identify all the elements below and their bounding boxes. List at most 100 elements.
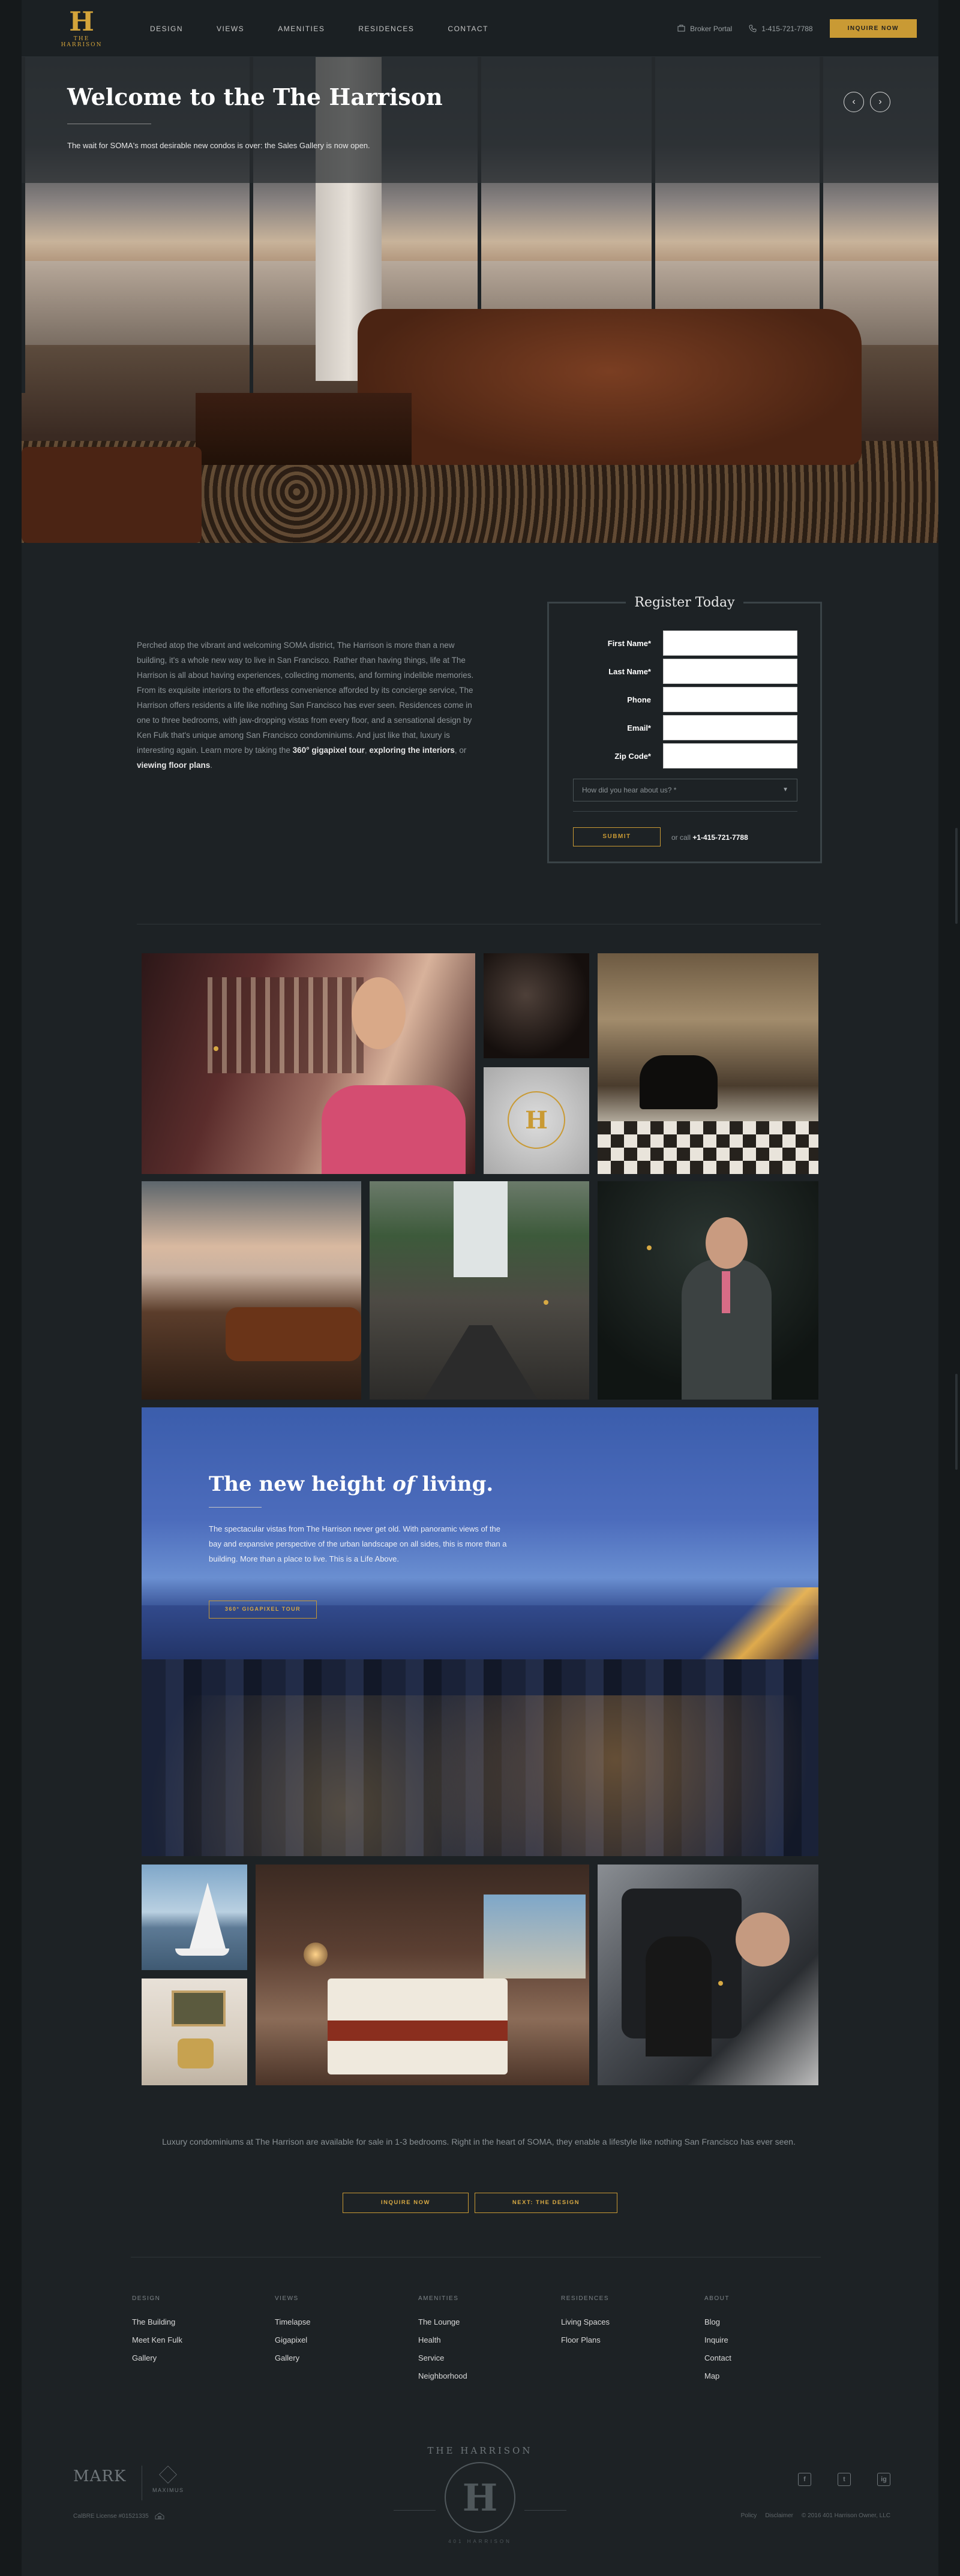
gallery-image-logo[interactable]: H (484, 1067, 589, 1174)
gallery-hotspot[interactable] (544, 1300, 548, 1305)
email-label: Email* (627, 723, 651, 732)
slider-prev-button[interactable]: ‹ (844, 92, 864, 112)
call-number-link[interactable]: +1-415-721-7788 (692, 833, 748, 842)
gallery-hotspot[interactable] (214, 1046, 218, 1051)
gallery-hotspot[interactable] (718, 1981, 723, 1986)
gallery-image-library[interactable] (598, 953, 818, 1174)
footer-col-about: ABOUT Blog Inquire Contact Map (704, 2295, 731, 2389)
zip-code-field[interactable] (663, 743, 797, 768)
nav-item-design[interactable]: DESIGN (150, 25, 183, 33)
hero-sofa (358, 309, 862, 465)
form-row-last-name: Last Name* (549, 659, 820, 686)
footer-link[interactable]: Timelapse (275, 2317, 310, 2326)
gallery-image-bar[interactable] (142, 953, 475, 1174)
mark-logo[interactable]: MARK (73, 2467, 126, 2485)
bedroom-lamp (304, 1942, 328, 1966)
footer-link[interactable]: Meet Ken Fulk (132, 2335, 182, 2344)
footer-link[interactable]: Living Spaces (561, 2317, 610, 2326)
header-phone-number: 1-415-721-7788 (761, 24, 813, 33)
bar-portrait (352, 977, 406, 1049)
first-name-field[interactable] (663, 631, 797, 656)
referral-select-value: How did you hear about us? * (582, 786, 677, 794)
gallery-image-gentleman[interactable] (598, 1181, 818, 1400)
gallery-image-statue[interactable] (484, 953, 589, 1058)
bar-shelves (208, 977, 364, 1073)
footer-link[interactable]: Map (704, 2371, 731, 2380)
gallery-image-chauffeur[interactable] (598, 1865, 818, 2085)
footer-link[interactable]: Inquire (704, 2335, 731, 2344)
slider-next-button[interactable]: › (870, 92, 890, 112)
explore-interiors-link[interactable]: exploring the interiors (369, 746, 455, 755)
gigapixel-tour-button[interactable]: 360° GIGAPIXEL TOUR (209, 1601, 317, 1619)
broker-portal-link[interactable]: Broker Portal (677, 25, 732, 33)
footer-link[interactable]: The Building (132, 2317, 182, 2326)
footer-col-title: DESIGN (132, 2295, 161, 2302)
footer-link[interactable]: Gallery (275, 2353, 310, 2362)
chevron-right-icon: › (878, 97, 882, 107)
twitter-icon[interactable]: t (838, 2473, 851, 2486)
referral-select[interactable]: How did you hear about us? * ▼ (573, 779, 797, 801)
footer-link[interactable]: Service (418, 2353, 467, 2362)
gallery-hotspot[interactable] (647, 1245, 652, 1250)
disclaimer-link[interactable]: Disclaimer (765, 2512, 793, 2519)
phone-field[interactable] (663, 687, 797, 712)
form-row-zip: Zip Code* (549, 743, 820, 771)
policy-link[interactable]: Policy (741, 2512, 757, 2519)
nav-item-views[interactable]: VIEWS (217, 25, 244, 33)
passenger (736, 1913, 790, 1966)
gallery-image-sailboat[interactable] (142, 1865, 247, 1970)
gallery-image-living-room[interactable] (142, 1181, 361, 1400)
intro-end: . (210, 761, 213, 770)
footer-link[interactable]: The Lounge (418, 2317, 467, 2326)
inquire-now-outline-button[interactable]: INQUIRE NOW (343, 2193, 469, 2213)
site-logo[interactable]: H THE HARRISON (58, 8, 106, 49)
gallery-image-bedroom[interactable] (256, 1865, 589, 2085)
nav-item-residences[interactable]: RESIDENCES (358, 25, 414, 33)
footer-link[interactable]: Health (418, 2335, 467, 2344)
next-design-button[interactable]: NEXT: THE DESIGN (475, 2193, 617, 2213)
footer-col-title: ABOUT (704, 2295, 730, 2302)
intro-text: Perched atop the vibrant and welcoming S… (137, 641, 474, 755)
footer-link[interactable]: Neighborhood (418, 2371, 467, 2380)
footer-link[interactable]: Floor Plans (561, 2335, 610, 2344)
phone-label: Phone (627, 695, 651, 704)
chauffeur (646, 1936, 712, 2056)
submit-button[interactable]: SUBMIT (573, 827, 661, 846)
footer-link[interactable]: Contact (704, 2353, 731, 2362)
floor-plans-link[interactable]: viewing floor plans (137, 761, 210, 770)
form-row-email: Email* (549, 715, 820, 743)
intro-separator: , or (454, 746, 467, 755)
register-title-text: Register Today (626, 595, 743, 610)
maximus-logo[interactable]: MAXIMUS (152, 2466, 184, 2493)
gigapixel-tour-link[interactable]: 360° gigapixel tour (293, 746, 365, 755)
register-title: Register Today (549, 595, 820, 610)
nav-item-contact[interactable]: CONTACT (448, 25, 488, 33)
bathroom-faucet (178, 2038, 214, 2068)
nav-item-amenities[interactable]: AMENITIES (278, 25, 325, 33)
gallery-image-street[interactable] (370, 1181, 589, 1400)
header-phone[interactable]: 1-415-721-7788 (749, 24, 813, 33)
footer-bottom: MARK MAXIMUS CalBRE License #01521335 TH… (22, 2424, 938, 2576)
form-divider (573, 811, 797, 812)
city-lights (142, 1695, 818, 1856)
living-sofa (226, 1307, 361, 1361)
bar-dress (322, 1085, 466, 1174)
last-name-field[interactable] (663, 659, 797, 684)
emblem-subtitle: 401 HARRISON (448, 2539, 512, 2544)
gallery-image-bathroom[interactable] (142, 1978, 247, 2085)
footer-col-views: VIEWS Timelapse Gigapixel Gallery (275, 2295, 310, 2371)
footer-link[interactable]: Blog (704, 2317, 731, 2326)
email-field[interactable] (663, 715, 797, 740)
social-links: f t ig (798, 2473, 890, 2486)
hero-subtitle: The wait for SOMA's most desirable new c… (67, 141, 370, 150)
views-title: The new height of living. (209, 1472, 493, 1496)
instagram-icon[interactable]: ig (877, 2473, 890, 2486)
footer-link[interactable]: Gigapixel (275, 2335, 310, 2344)
facebook-icon[interactable]: f (798, 2473, 811, 2486)
sailboat-hull (175, 1948, 229, 1956)
closing-actions: INQUIRE NOW NEXT: THE DESIGN (0, 2193, 960, 2213)
inquire-now-button[interactable]: INQUIRE NOW (829, 19, 917, 38)
man-head (706, 1217, 748, 1269)
first-name-label: First Name* (607, 639, 651, 648)
footer-link[interactable]: Gallery (132, 2353, 182, 2362)
